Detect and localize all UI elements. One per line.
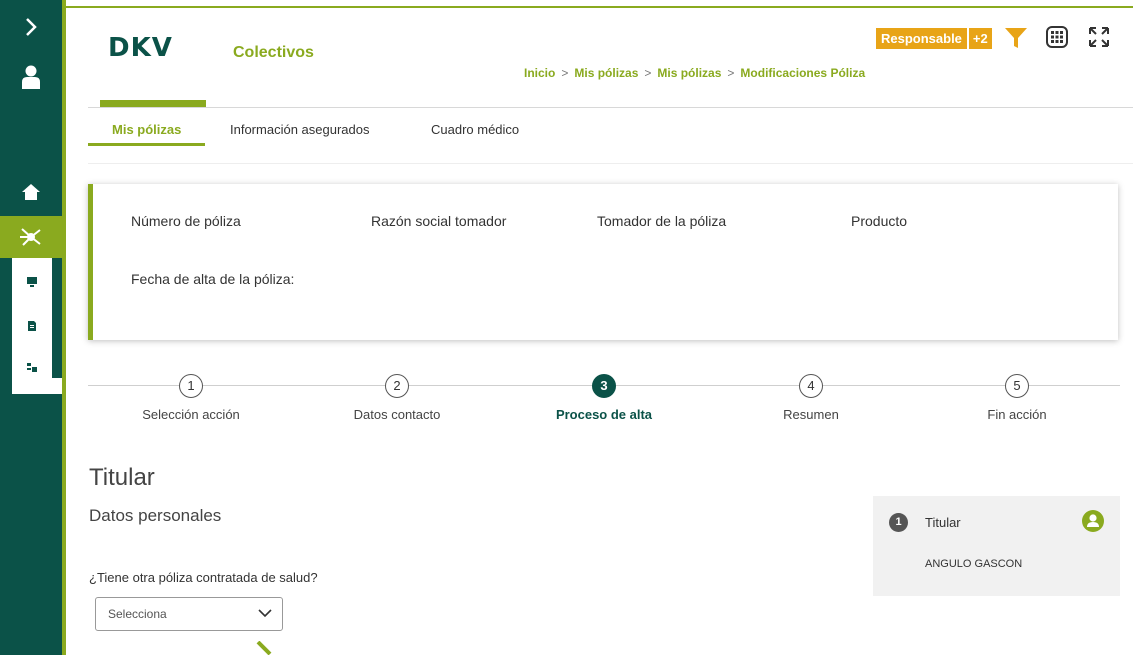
home-icon xyxy=(22,184,40,200)
filter-icon xyxy=(1005,28,1027,48)
product-label: Producto xyxy=(851,213,908,229)
sidebar-sub-people[interactable] xyxy=(12,358,52,378)
step-datos-contacto[interactable]: 2 Datos contacto xyxy=(322,374,472,422)
breadcrumb-separator: > xyxy=(727,66,735,80)
monitor-icon xyxy=(27,277,37,287)
card-accent-bar xyxy=(88,184,93,340)
app-title: Colectivos xyxy=(233,44,314,61)
tab-cuadro-medico[interactable]: Cuadro médico xyxy=(431,122,519,137)
fullscreen-button[interactable] xyxy=(1088,26,1110,53)
policy-summary-card: Número de póliza Razón social tomador To… xyxy=(88,184,1118,340)
top-border xyxy=(62,6,1133,8)
tab-informacion-asegurados[interactable]: Información asegurados xyxy=(230,122,369,137)
step-number: 2 xyxy=(385,374,409,398)
step-label: Proceso de alta xyxy=(555,407,653,422)
user-avatar-icon xyxy=(1082,510,1104,532)
breadcrumb-item[interactable]: Modificaciones Póliza xyxy=(740,66,865,80)
company-name-label: Razón social tomador xyxy=(371,213,507,229)
section-title: Titular xyxy=(89,464,155,491)
insured-summary-panel: 1 Titular ANGULO GASCON xyxy=(873,496,1120,596)
pointer-arrow-icon xyxy=(256,641,272,655)
left-sidebar xyxy=(0,0,62,655)
step-label: Selección acción xyxy=(142,407,240,422)
network-icon xyxy=(20,228,41,246)
sidebar-sub-monitor[interactable] xyxy=(12,272,52,292)
apps-grid-button[interactable] xyxy=(1046,26,1068,53)
active-tab-indicator xyxy=(88,143,205,146)
role-selector[interactable]: Responsable +2 xyxy=(876,28,992,49)
insured-name: ANGULO GASCON xyxy=(925,558,1023,570)
other-policy-select[interactable]: Selecciona xyxy=(95,597,283,631)
header-divider xyxy=(88,107,1133,108)
breadcrumb-item[interactable]: Mis pólizas xyxy=(657,66,721,80)
expand-icon xyxy=(1089,27,1109,47)
tab-mis-polizas[interactable]: Mis pólizas xyxy=(112,122,181,137)
step-proceso-de-alta[interactable]: 3 Proceso de alta xyxy=(529,374,679,422)
breadcrumb-separator: > xyxy=(561,66,569,80)
sidebar-submenu xyxy=(12,258,52,378)
grid-icon xyxy=(1046,26,1068,48)
subsection-title: Datos personales xyxy=(89,506,222,525)
chevron-down-icon xyxy=(258,609,272,618)
select-value: Selecciona xyxy=(108,607,167,621)
breadcrumb-item[interactable]: Mis pólizas xyxy=(574,66,638,80)
sidebar-home[interactable] xyxy=(0,175,62,209)
sidebar-sub-document[interactable] xyxy=(12,316,52,336)
other-policy-question: ¿Tiene otra póliza contratada de salud? xyxy=(89,570,318,585)
step-label: Resumen xyxy=(783,407,839,422)
user-icon xyxy=(22,65,40,89)
policy-start-date-label: Fecha de alta de la póliza: xyxy=(131,271,295,287)
breadcrumb: Inicio > Mis pólizas > Mis pólizas > Modificac… xyxy=(524,66,865,80)
step-number: 3 xyxy=(592,374,616,398)
step-seleccion-accion[interactable]: 1 Selección acción xyxy=(116,374,266,422)
step-number: 5 xyxy=(1005,374,1029,398)
insured-number-badge: 1 xyxy=(889,513,908,532)
people-list-icon xyxy=(27,363,37,372)
breadcrumb-item[interactable]: Inicio xyxy=(524,66,555,80)
chevron-right-icon xyxy=(26,18,37,36)
tabs-divider xyxy=(88,163,1133,164)
step-label: Datos contacto xyxy=(353,407,441,422)
step-resumen[interactable]: 4 Resumen xyxy=(736,374,886,422)
policy-holder-label: Tomador de la póliza xyxy=(597,213,727,229)
filter-button[interactable] xyxy=(1004,27,1028,54)
sidebar-toggle[interactable] xyxy=(0,12,62,42)
sidebar-network[interactable] xyxy=(0,216,62,258)
sidebar-user[interactable] xyxy=(0,60,62,94)
insured-role-label: Titular xyxy=(925,515,961,530)
sidebar-submenu-tail xyxy=(12,378,62,394)
document-icon xyxy=(28,321,36,331)
step-fin-accion[interactable]: 5 Fin acción xyxy=(942,374,1092,422)
sidebar-border xyxy=(62,0,66,655)
breadcrumb-separator: > xyxy=(644,66,652,80)
step-number: 4 xyxy=(799,374,823,398)
step-label: Fin acción xyxy=(987,407,1047,422)
policy-number-label: Número de póliza xyxy=(131,213,241,229)
dkv-logo[interactable]: DKV xyxy=(108,33,173,63)
role-extra-count[interactable]: +2 xyxy=(968,28,992,49)
step-number: 1 xyxy=(179,374,203,398)
role-label[interactable]: Responsable xyxy=(876,28,967,49)
